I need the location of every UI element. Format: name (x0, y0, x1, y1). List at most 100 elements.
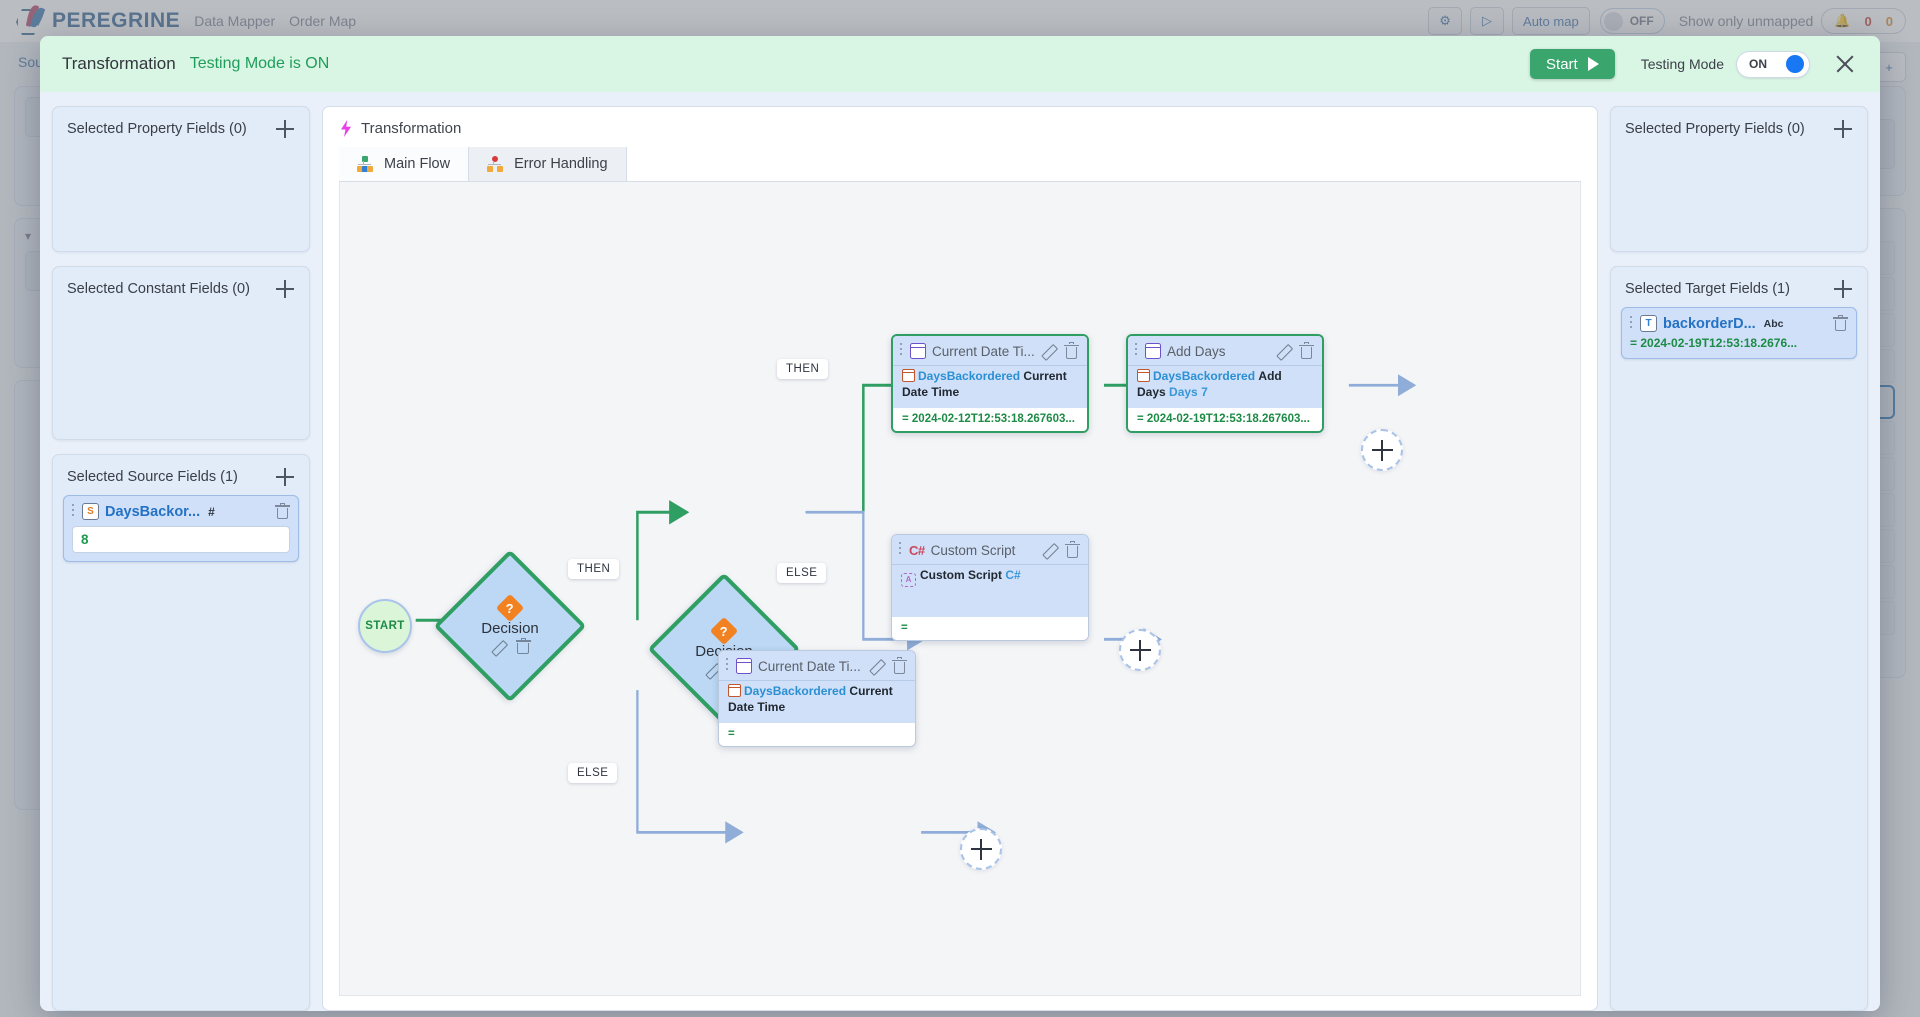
target-field-name: backorderD... (1663, 315, 1756, 332)
pencil-icon[interactable] (868, 659, 882, 673)
panel-title: Selected Property Fields (0) (67, 121, 247, 137)
tab-main-flow[interactable]: Main Flow (339, 147, 470, 181)
edge-label-else-1: ELSE (568, 763, 618, 783)
add-property-field-button[interactable] (275, 119, 295, 139)
tab-error-handling[interactable]: Error Handling (469, 147, 627, 181)
drag-handle-icon[interactable] (899, 542, 903, 558)
flow-node-custom-script[interactable]: C# Custom Script A Custom Script C# = (891, 534, 1089, 641)
bolt-icon (339, 120, 353, 137)
node-title: Current Date Ti... (758, 658, 861, 674)
node-field: DaysBackordered (744, 684, 847, 698)
flow-node-start[interactable]: START (358, 599, 412, 653)
start-node-label: START (365, 620, 405, 632)
node-param-label: Days (1169, 385, 1198, 400)
flow-node-current-date-time[interactable]: Current Date Ti... DaysBackordered Curre… (891, 334, 1089, 434)
trash-icon[interactable] (275, 502, 290, 520)
toggle-knob (1786, 55, 1804, 73)
panel-selected-property-fields: Selected Property Fields (0) (52, 106, 310, 252)
panel-selected-property-fields-right: Selected Property Fields (0) (1610, 106, 1868, 252)
question-badge-icon: ? (709, 616, 739, 645)
add-node-button-3[interactable] (960, 828, 1002, 870)
pencil-icon[interactable] (490, 640, 504, 654)
trash-icon[interactable] (1065, 541, 1080, 558)
node-title: Custom Script (930, 542, 1016, 558)
node-result-value: = (719, 723, 915, 747)
edge-label-else-2: ELSE (777, 563, 827, 583)
source-field-card[interactable]: S DaysBackor... # 8 (63, 495, 299, 562)
modal-header: Transformation Testing Mode is ON Start … (40, 36, 1880, 92)
script-icon: A (901, 573, 916, 587)
right-fields-column: Selected Property Fields (0) Selected Ta… (1610, 106, 1868, 1011)
flow-node-add-days[interactable]: Add Days DaysBackordered Add Days Days 7… (1126, 334, 1324, 434)
panel-selected-constant-fields: Selected Constant Fields (0) (52, 266, 310, 440)
number-field-icon: S (82, 503, 99, 520)
panel-title: Selected Target Fields (1) (1625, 281, 1790, 297)
flow-tree-icon (357, 156, 374, 172)
source-field-value-input[interactable]: 8 (72, 526, 290, 553)
calendar-icon (910, 343, 926, 359)
question-badge-icon: ? (495, 593, 525, 622)
trash-icon[interactable] (515, 637, 531, 655)
edge-label-then-2: THEN (777, 359, 829, 379)
add-node-button-1[interactable] (1361, 429, 1403, 471)
panel-selected-source-fields: Selected Source Fields (1) S DaysBackor.… (52, 454, 310, 1011)
text-field-icon: T (1640, 315, 1657, 332)
flow-canvas[interactable]: START ? Decision ? THEN ELSE THEN ELSE C… (339, 182, 1581, 996)
panel-selected-target-fields: Selected Target Fields (1) T backorderD.… (1610, 266, 1868, 1011)
canvas-title: Transformation (361, 120, 462, 137)
decision-label: Decision (481, 619, 539, 637)
transformation-modal: Transformation Testing Mode is ON Start … (40, 36, 1880, 1011)
testing-mode-toggle-value: ON (1749, 57, 1767, 71)
modal-body: Selected Property Fields (0) Selected Co… (40, 92, 1880, 1011)
pencil-icon[interactable] (1041, 543, 1055, 557)
node-field: DaysBackordered (1153, 369, 1256, 383)
drag-handle-icon[interactable] (1630, 315, 1634, 332)
drag-handle-icon[interactable] (1135, 343, 1139, 359)
error-tree-icon (487, 156, 504, 172)
calendar-icon (1145, 343, 1161, 359)
target-field-value: = 2024-02-19T12:53:18.2676... (1630, 336, 1798, 350)
node-language: C# (1005, 568, 1021, 582)
left-fields-column: Selected Property Fields (0) Selected Co… (52, 106, 310, 1011)
pencil-icon[interactable] (1275, 344, 1289, 358)
start-button[interactable]: Start (1530, 49, 1615, 79)
node-title: Add Days (1167, 343, 1226, 359)
csharp-icon: C# (909, 542, 925, 558)
node-field: DaysBackordered (918, 369, 1021, 383)
drag-handle-icon[interactable] (900, 343, 904, 359)
node-result-value: = 2024-02-12T12:53:18.267603... (893, 408, 1087, 432)
add-source-field-button[interactable] (275, 467, 295, 487)
source-field-name: DaysBackor... (105, 503, 201, 520)
flow-node-current-date-time-2[interactable]: Current Date Ti... DaysBackordered Curre… (718, 650, 916, 748)
flow-node-decision-1[interactable]: ? Decision (433, 549, 587, 703)
panel-title: Selected Constant Fields (0) (67, 281, 250, 297)
pencil-icon[interactable] (1040, 344, 1054, 358)
calendar-icon (736, 658, 752, 674)
testing-mode-toggle[interactable]: ON (1736, 50, 1810, 78)
pencil-icon[interactable] (704, 663, 718, 677)
start-button-label: Start (1546, 55, 1578, 73)
drag-handle-icon[interactable] (726, 658, 730, 674)
target-field-card[interactable]: T backorderD... Abc = 2024-02-19T12:53:1… (1621, 307, 1857, 359)
date-field-icon (902, 369, 915, 382)
testing-mode-status: Testing Mode is ON (189, 55, 330, 72)
add-target-property-field-button[interactable] (1833, 119, 1853, 139)
tab-label: Error Handling (514, 156, 608, 172)
node-operation: Custom Script (920, 568, 1003, 582)
node-result-value: = (892, 617, 1088, 640)
trash-icon[interactable] (892, 657, 907, 674)
canvas-tabs: Main Flow Error Handling (339, 147, 1581, 182)
trash-icon[interactable] (1064, 342, 1079, 359)
trash-icon[interactable] (1299, 342, 1314, 359)
add-target-field-button[interactable] (1833, 279, 1853, 299)
add-constant-field-button[interactable] (275, 279, 295, 299)
transformation-canvas-panel: Transformation Main Flow Error Handling … (322, 106, 1598, 1011)
close-icon[interactable] (1832, 51, 1858, 77)
add-node-button-2[interactable] (1119, 629, 1161, 671)
panel-title: Selected Property Fields (0) (1625, 121, 1805, 137)
target-field-type: Abc (1763, 317, 1784, 330)
drag-handle-icon[interactable] (72, 503, 76, 520)
date-field-icon (1137, 369, 1150, 382)
trash-icon[interactable] (1833, 314, 1848, 332)
tab-label: Main Flow (384, 156, 451, 172)
